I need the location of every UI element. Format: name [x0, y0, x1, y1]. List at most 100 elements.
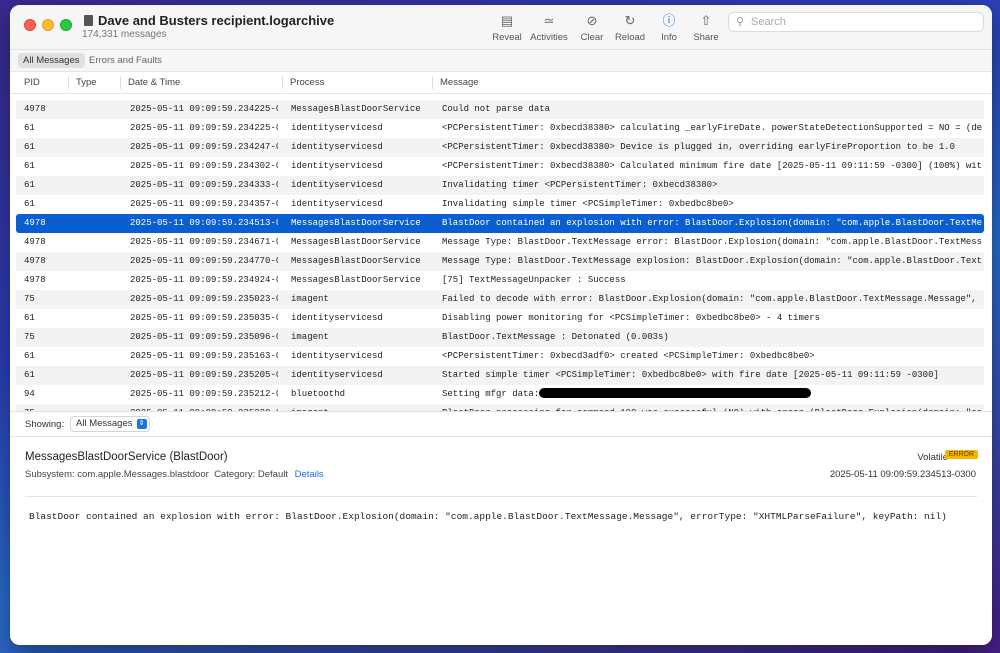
- detail-pane: MessagesBlastDoorService (BlastDoor) Sub…: [10, 437, 992, 645]
- message-text: <PCPersistentTimer: 0xbecd38380> Calcula…: [442, 161, 982, 171]
- message-cell: Disabling power monitoring for <PCSimple…: [442, 309, 982, 328]
- share-icon: ⇧: [700, 13, 712, 28]
- pid-cell: 4978: [24, 275, 46, 285]
- process-cell: imagent: [291, 332, 329, 342]
- pid-cell: 61: [24, 370, 35, 380]
- close-window-button[interactable]: [24, 19, 36, 31]
- table-header: PID Type Date & Time Process Message: [10, 72, 992, 94]
- date-cell: 2025-05-11 09:09:59.234333-0300: [130, 180, 278, 190]
- subsystem-label: Subsystem:: [25, 469, 75, 480]
- process-cell: MessagesBlastDoorService: [291, 218, 421, 228]
- pid-cell: 94: [24, 389, 35, 399]
- pid-cell: 4978: [24, 218, 46, 228]
- process-cell: MessagesBlastDoorService: [291, 275, 421, 285]
- message-text: <PCPersistentTimer: 0xbecd38380> Device …: [442, 142, 956, 152]
- process-cell: identityservicesd: [291, 142, 383, 152]
- message-text: Could not parse data: [442, 104, 551, 114]
- process-cell: identityservicesd: [291, 180, 383, 190]
- process-cell: identityservicesd: [291, 370, 383, 380]
- tab-all-messages[interactable]: All Messages: [18, 53, 85, 68]
- column-header-date-time[interactable]: Date & Time: [128, 77, 180, 88]
- column-header-message[interactable]: Message: [440, 77, 479, 88]
- message-text: Disabling power monitoring for <PCSimple…: [442, 313, 821, 323]
- pid-cell: 61: [24, 199, 35, 209]
- message-text: Invalidating simple timer <PCSimpleTimer…: [442, 199, 734, 209]
- search-input[interactable]: [751, 15, 976, 29]
- pid-cell: 61: [24, 313, 35, 323]
- message-cell: Failed to decode with error: BlastDoor.E…: [442, 290, 982, 309]
- date-cell: 2025-05-11 09:09:59.234671-0300: [130, 237, 278, 247]
- date-cell: 2025-05-11 09:09:59.235205-0300: [130, 370, 278, 380]
- column-header-type[interactable]: Type: [76, 77, 97, 88]
- process-cell: identityservicesd: [291, 313, 383, 323]
- share-button[interactable]: ⇧ Share: [681, 13, 731, 43]
- date-cell: 2025-05-11 09:09:59.234357-0300: [130, 199, 278, 209]
- zoom-window-button[interactable]: [60, 19, 72, 31]
- table-row[interactable]: 4978 2025-05-11 09:09:59.234513-0300 Messa…: [16, 214, 984, 233]
- log-table: 4978 2025-05-11 09:09:59.234225-0300 Messa…: [10, 94, 992, 411]
- message-text: BlastDoor.TextMessage : Detonated (0.003…: [442, 332, 669, 342]
- date-cell: 2025-05-11 09:09:59.234247-0300: [130, 142, 278, 152]
- column-divider[interactable]: [68, 76, 69, 89]
- date-cell: 2025-05-11 09:09:59.235220-0300: [130, 404, 278, 411]
- date-cell: 2025-05-11 09:09:59.234225-0300: [130, 104, 278, 114]
- table-row[interactable]: 61 2025-05-11 09:09:59.234247-0300 identit…: [16, 138, 984, 157]
- process-cell: bluetoothd: [291, 389, 346, 399]
- message-cell: Started simple timer <PCSimpleTimer: 0xb…: [442, 366, 982, 385]
- pid-cell: 61: [24, 123, 35, 133]
- message-cell: <PCPersistentTimer: 0xbecd3adf0> created…: [442, 347, 982, 366]
- category-value: Default: [257, 469, 288, 480]
- column-divider[interactable]: [432, 76, 433, 89]
- message-cell: <PCPersistentTimer: 0xbecd38380> calcula…: [442, 119, 982, 138]
- message-cell: Invalidating simple timer <PCSimpleTimer…: [442, 195, 982, 214]
- details-link[interactable]: Details: [295, 469, 324, 480]
- message-cell: [75] TextMessageUnpacker : Success: [442, 271, 982, 290]
- message-cell: BlastDoor.TextMessage : Detonated (0.003…: [442, 328, 982, 347]
- table-row[interactable]: 4978 2025-05-11 09:09:59.234225-0300 Messa…: [16, 100, 984, 119]
- message-text: <PCPersistentTimer: 0xbecd3adf0> created…: [442, 351, 815, 361]
- table-row[interactable]: 61 2025-05-11 09:09:59.235035-0300 identit…: [16, 309, 984, 328]
- column-header-process[interactable]: Process: [290, 77, 324, 88]
- column-divider[interactable]: [120, 76, 121, 89]
- process-cell: MessagesBlastDoorService: [291, 104, 421, 114]
- tab-errors-and-faults[interactable]: Errors and Faults: [84, 53, 167, 68]
- table-row[interactable]: 4978 2025-05-11 09:09:59.234671-0300 Messa…: [16, 233, 984, 252]
- column-divider[interactable]: [282, 76, 283, 89]
- filter-bar: All Messages Errors and Faults: [10, 50, 992, 72]
- table-row[interactable]: 4978 2025-05-11 09:09:59.234924-0300 Messa…: [16, 271, 984, 290]
- table-row[interactable]: 61 2025-05-11 09:09:59.234357-0300 identit…: [16, 195, 984, 214]
- search-field[interactable]: ⚲: [728, 12, 984, 32]
- pid-cell: 61: [24, 142, 35, 152]
- table-row[interactable]: 75 2025-05-11 09:09:59.235023-0300 imagent…: [16, 290, 984, 309]
- date-cell: 2025-05-11 09:09:59.234225-0300: [130, 123, 278, 133]
- table-row[interactable]: 61 2025-05-11 09:09:59.234333-0300 identit…: [16, 176, 984, 195]
- divider: [25, 496, 977, 497]
- minimize-window-button[interactable]: [42, 19, 54, 31]
- table-row[interactable]: 61 2025-05-11 09:09:59.235163-0300 identit…: [16, 347, 984, 366]
- showing-select[interactable]: All Messages ⇕: [70, 416, 150, 432]
- column-header-pid[interactable]: PID: [24, 77, 40, 88]
- search-icon: ⚲: [736, 16, 745, 28]
- table-row[interactable]: 75 2025-05-11 09:09:59.235096-0300 imagent…: [16, 328, 984, 347]
- table-row[interactable]: 94 2025-05-11 09:09:59.235212-0300 bluetoo…: [16, 385, 984, 404]
- message-cell: BlastDoor contained an explosion with er…: [442, 214, 982, 233]
- table-row[interactable]: 61 2025-05-11 09:09:59.234302-0300 identit…: [16, 157, 984, 176]
- message-cell: Message Type: BlastDoor.TextMessage erro…: [442, 233, 982, 252]
- date-cell: 2025-05-11 09:09:59.235023-0300: [130, 294, 278, 304]
- process-cell: identityservicesd: [291, 123, 383, 133]
- table-row[interactable]: 75 2025-05-11 09:09:59.235220-0300 imagent…: [16, 404, 984, 411]
- message-text: [75] TextMessageUnpacker : Success: [442, 275, 626, 285]
- message-cell: <PCPersistentTimer: 0xbecd38380> Device …: [442, 138, 982, 157]
- process-cell: identityservicesd: [291, 351, 383, 361]
- message-text: Started simple timer <PCSimpleTimer: 0xb…: [442, 370, 939, 380]
- table-row[interactable]: 61 2025-05-11 09:09:59.234225-0300 identit…: [16, 119, 984, 138]
- process-cell: MessagesBlastDoorService: [291, 256, 421, 266]
- subsystem-value: com.apple.Messages.blastdoor: [77, 469, 209, 480]
- process-cell: MessagesBlastDoorService: [291, 237, 421, 247]
- message-count: 174,331 messages: [82, 29, 167, 40]
- date-cell: 2025-05-11 09:09:59.234924-0300: [130, 275, 278, 285]
- pid-cell: 4978: [24, 237, 46, 247]
- error-badge: ERROR: [944, 450, 978, 459]
- table-row[interactable]: 61 2025-05-11 09:09:59.235205-0300 identit…: [16, 366, 984, 385]
- table-row[interactable]: 4978 2025-05-11 09:09:59.234770-0300 Messa…: [16, 252, 984, 271]
